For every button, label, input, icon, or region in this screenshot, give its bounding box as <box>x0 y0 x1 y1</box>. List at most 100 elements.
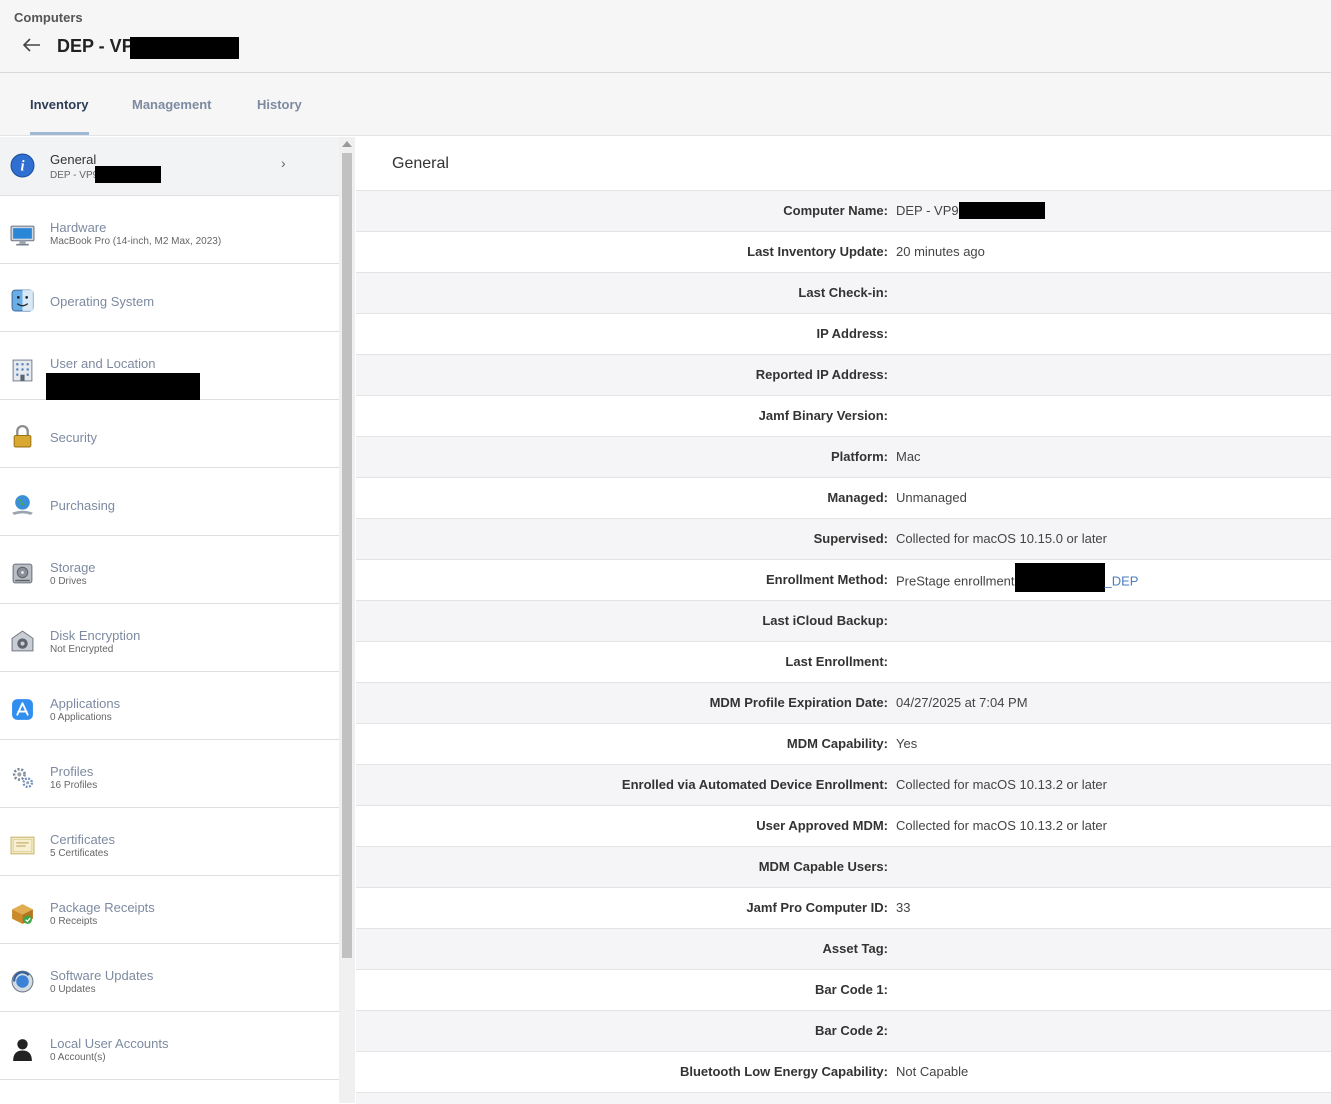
sidebar-item-security[interactable]: Security <box>0 400 339 468</box>
field-row-computer-name: Computer Name: DEP - VP9 <box>356 190 1331 231</box>
field-value: 20 minutes ago <box>896 244 985 259</box>
sidebar-item-label: User and Location <box>50 356 156 371</box>
field-value: 33 <box>896 900 911 915</box>
sidebar-item-label: Hardware <box>50 220 107 235</box>
sidebar-item-label: Software Updates <box>50 968 154 983</box>
scroll-up-arrow-icon[interactable] <box>342 141 352 147</box>
field-label: Last Inventory Update: <box>747 244 888 259</box>
sidebar-item-storage[interactable]: Storage 0 Drives <box>0 536 339 604</box>
field-row-bluetooth-le-capability: Bluetooth Low Energy Capability: Not Cap… <box>356 1051 1331 1092</box>
globe-icon <box>12 495 33 515</box>
sidebar-item-user-and-location[interactable]: User and Location <box>0 332 339 400</box>
sidebar-item-label: Package Receipts <box>50 900 155 915</box>
sidebar-item-package-receipts[interactable]: Package Receipts 0 Receipts <box>0 876 339 944</box>
sidebar-item-subtitle: DEP - VP9 <box>50 166 162 183</box>
app-store-icon <box>12 699 33 720</box>
sidebar-scrollbar-thumb[interactable] <box>342 153 352 958</box>
gears-icon <box>12 767 34 789</box>
tab-bar: Inventory Management History <box>0 73 1331 136</box>
field-label: Last Check-in: <box>798 285 888 300</box>
sidebar-item-profiles[interactable]: Profiles 16 Profiles <box>0 740 339 808</box>
sidebar-item-label: Operating System <box>50 294 155 309</box>
drive-icon <box>12 563 33 584</box>
field-value: Collected for macOS 10.13.2 or later <box>896 818 1107 833</box>
sidebar-item-operating-system[interactable]: Operating System <box>0 264 339 332</box>
field-row-supervised: Supervised: Collected for macOS 10.15.0 … <box>356 518 1331 559</box>
sidebar-item-label: Certificates <box>50 832 116 847</box>
sidebar-item-label: Applications <box>50 696 121 711</box>
field-row-ip-address: IP Address: <box>356 313 1331 354</box>
sidebar-item-general[interactable]: i General DEP - VP9 › <box>0 137 339 196</box>
prestage-link[interactable]: _DEP <box>1105 573 1139 588</box>
vault-icon <box>11 630 34 652</box>
field-value: DEP - VP9 <box>896 201 1045 219</box>
sidebar-item-subtitle: 0 Applications <box>50 712 112 723</box>
field-label: Jamf Pro Computer ID: <box>746 900 888 915</box>
field-row-user-approved-mdm: User Approved MDM: Collected for macOS 1… <box>356 805 1331 846</box>
general-panel: General Computer Name: DEP - VP9 Last In… <box>356 137 1331 1104</box>
svg-text:i: i <box>20 159 24 175</box>
field-row-bar-code-1: Bar Code 1: <box>356 969 1331 1010</box>
sidebar-item-certificates[interactable]: Certificates 5 Certificates <box>0 808 339 876</box>
redaction-bar <box>958 201 1045 219</box>
chevron-right-icon: › <box>281 155 286 171</box>
info-icon: i <box>10 153 35 178</box>
sidebar-item-disk-encryption[interactable]: Disk Encryption Not Encrypted <box>0 604 339 672</box>
package-icon <box>12 904 33 924</box>
sidebar-item-label: Disk Encryption <box>50 628 141 643</box>
field-label: User Approved MDM: <box>756 818 888 833</box>
sidebar-item-subtitle: MacBook Pro (14-inch, M2 Max, 2023) <box>50 236 222 247</box>
breadcrumb[interactable]: Computers <box>14 10 83 25</box>
field-label: Jamf Binary Version: <box>758 408 888 423</box>
sidebar-item-subtitle: 5 Certificates <box>50 848 109 859</box>
field-value: Not Capable <box>896 1064 969 1079</box>
field-label: Enrollment Method: <box>765 572 888 587</box>
certificate-icon <box>10 836 35 855</box>
sidebar-item-local-user-accounts[interactable]: Local User Accounts 0 Account(s) <box>0 1012 339 1080</box>
sidebar-item-purchasing[interactable]: Purchasing <box>0 468 339 536</box>
field-row-last-enrollment: Last Enrollment: <box>356 641 1331 682</box>
sidebar-item-applications[interactable]: Applications 0 Applications <box>0 672 339 740</box>
field-label: MDM Capability: <box>786 736 888 751</box>
field-label: MDM Profile Expiration Date: <box>709 695 888 710</box>
field-row-mdm-capability: MDM Capability: Yes <box>356 723 1331 764</box>
sidebar-item-label: Storage <box>50 560 96 575</box>
field-label: Managed: <box>827 490 888 505</box>
field-row-enrolled-via-ade: Enrolled via Automated Device Enrollment… <box>356 764 1331 805</box>
field-label: Bluetooth Low Energy Capability: <box>679 1064 888 1079</box>
field-value: Collected for macOS 10.15.0 or later <box>896 531 1107 546</box>
inventory-sidebar: i General DEP - VP9 › Hardware MacBook P… <box>0 137 339 1103</box>
tab-inventory[interactable]: Inventory <box>30 97 89 112</box>
field-row-enrollment-method: Enrollment Method: PreStage enrollment _D… <box>356 559 1331 600</box>
sidebar-item-label: Profiles <box>50 764 94 779</box>
sidebar-item-software-updates[interactable]: Software Updates 0 Updates <box>0 944 339 1012</box>
building-icon <box>12 359 33 382</box>
field-value: 04/27/2025 at 7:04 PM <box>896 695 1028 710</box>
field-label: Computer Name: <box>783 203 888 218</box>
section-title: General <box>392 155 449 172</box>
field-row-last-inventory-update: Last Inventory Update: 20 minutes ago <box>356 231 1331 272</box>
lock-icon <box>13 425 32 448</box>
field-label: Asset Tag: <box>822 941 889 956</box>
sidebar-item-subtitle: Not Encrypted <box>50 644 114 655</box>
field-row-bar-code-2: Bar Code 2: <box>356 1010 1331 1051</box>
sidebar-item-hardware[interactable]: Hardware MacBook Pro (14-inch, M2 Max, 2… <box>0 196 339 264</box>
sidebar-item-subtitle: 0 Updates <box>50 984 96 995</box>
sidebar-item-label: Security <box>50 430 97 445</box>
field-label: Platform: <box>830 449 888 464</box>
tab-history[interactable]: History <box>257 97 302 112</box>
sidebar-item-subtitle: 0 Receipts <box>50 916 98 927</box>
sidebar-item-label: Purchasing <box>50 498 116 513</box>
redaction-bar <box>46 373 200 400</box>
field-value: Unmanaged <box>896 490 967 505</box>
field-label: Reported IP Address: <box>755 367 888 382</box>
active-tab-indicator <box>30 132 89 135</box>
tab-management[interactable]: Management <box>132 97 211 112</box>
field-value: Collected for macOS 10.13.2 or later <box>896 777 1107 792</box>
software-update-icon <box>11 970 34 993</box>
field-label: Enrolled via Automated Device Enrollment… <box>621 777 888 792</box>
finder-icon <box>11 289 34 312</box>
back-arrow-icon[interactable] <box>22 35 42 55</box>
field-row-partial <box>356 1092 1331 1104</box>
sidebar-item-subtitle: 0 Account(s) <box>50 1052 106 1063</box>
